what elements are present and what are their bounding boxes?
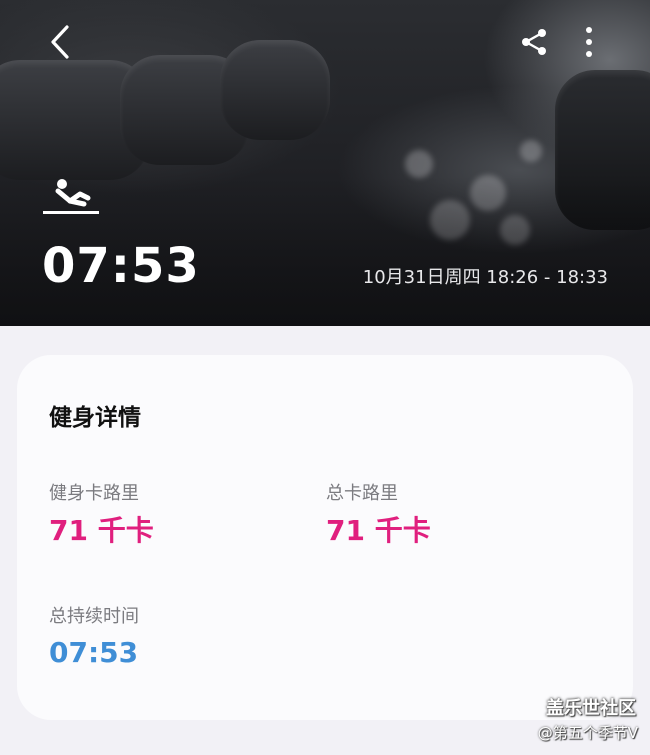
watermark-author: @第五个季节V [537, 724, 638, 742]
workout-details-card: 健身详情 健身卡路里 71 千卡 总卡路里 71 千卡 总持续时间 07:53 [17, 355, 633, 720]
more-options-button[interactable] [571, 24, 607, 60]
more-vertical-icon [586, 27, 592, 57]
chevron-left-icon [51, 25, 69, 59]
share-button[interactable] [516, 24, 552, 60]
share-icon [522, 29, 546, 55]
total-duration-value: 07:53 [49, 636, 139, 669]
total-duration-label: 总持续时间 [49, 606, 139, 627]
total-calories-label: 总卡路里 [326, 483, 398, 504]
card-title: 健身详情 [49, 405, 141, 431]
sit-up-icon [43, 179, 99, 214]
watermark-site: 盖乐世社区 [546, 698, 636, 719]
workout-datetime: 10月31日周四 18:26 - 18:33 [362, 267, 608, 288]
background-bokeh [520, 140, 542, 162]
total-calories-value: 71 千卡 [326, 514, 431, 547]
background-bokeh [405, 150, 433, 178]
workout-calories-label: 健身卡路里 [49, 483, 139, 504]
header-hero: 07:53 10月31日周四 18:26 - 18:33 [0, 0, 650, 326]
workout-duration: 07:53 [42, 238, 200, 294]
back-button[interactable] [42, 24, 78, 60]
workout-calories-value: 71 千卡 [49, 514, 154, 547]
background-dumbbell [220, 40, 330, 140]
